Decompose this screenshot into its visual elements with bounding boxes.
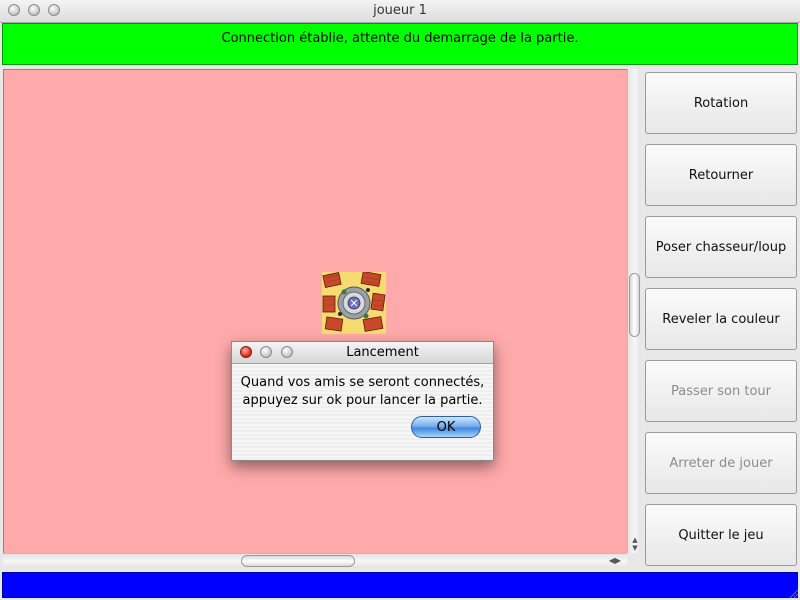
rotation-button[interactable]: Rotation [645, 72, 797, 134]
arreter-jouer-button[interactable]: Arreter de jouer [645, 432, 797, 494]
reveler-couleur-button[interactable]: Reveler la couleur [645, 288, 797, 350]
poser-chasseur-loup-button[interactable]: Poser chasseur/loup [645, 216, 797, 278]
launch-dialog: Lancement Quand vos amis se seront conne… [231, 341, 494, 461]
dialog-titlebar: Lancement [232, 342, 493, 364]
village-tile-icon[interactable] [322, 272, 386, 334]
window-title: joueur 1 [373, 3, 427, 18]
vertical-scroll-thumb[interactable] [629, 273, 640, 337]
game-board[interactable] [3, 69, 627, 553]
ok-button[interactable]: OK [411, 416, 481, 438]
status-message: Connection établie, attente du demarrage… [221, 31, 579, 46]
window-titlebar: joueur 1 [0, 0, 800, 23]
resize-grip-icon[interactable] [787, 587, 799, 599]
board-horizontal-scrollbar[interactable]: ◀▶ [3, 553, 627, 568]
vertical-scroll-arrows-icon[interactable]: ▲ ▼ [628, 536, 642, 552]
board-vertical-scrollbar[interactable]: ▲ ▼ [627, 69, 641, 553]
passer-tour-button[interactable]: Passer son tour [645, 360, 797, 422]
dialog-title: Lancement [346, 345, 419, 360]
status-bar: Connection établie, attente du demarrage… [2, 23, 798, 65]
dialog-message-line1: Quand vos amis se seront connectés, [240, 375, 485, 390]
horizontal-scroll-thumb[interactable] [241, 555, 355, 567]
player-color-bar [2, 572, 798, 598]
quitter-jeu-button[interactable]: Quitter le jeu [645, 504, 797, 566]
retourner-button[interactable]: Retourner [645, 144, 797, 206]
horizontal-scroll-arrows-icon[interactable]: ◀▶ [609, 554, 621, 567]
dialog-message: Quand vos amis se seront connectés, appu… [232, 374, 493, 410]
dialog-message-line2: appuyez sur ok pour lancer la partie. [242, 393, 483, 408]
